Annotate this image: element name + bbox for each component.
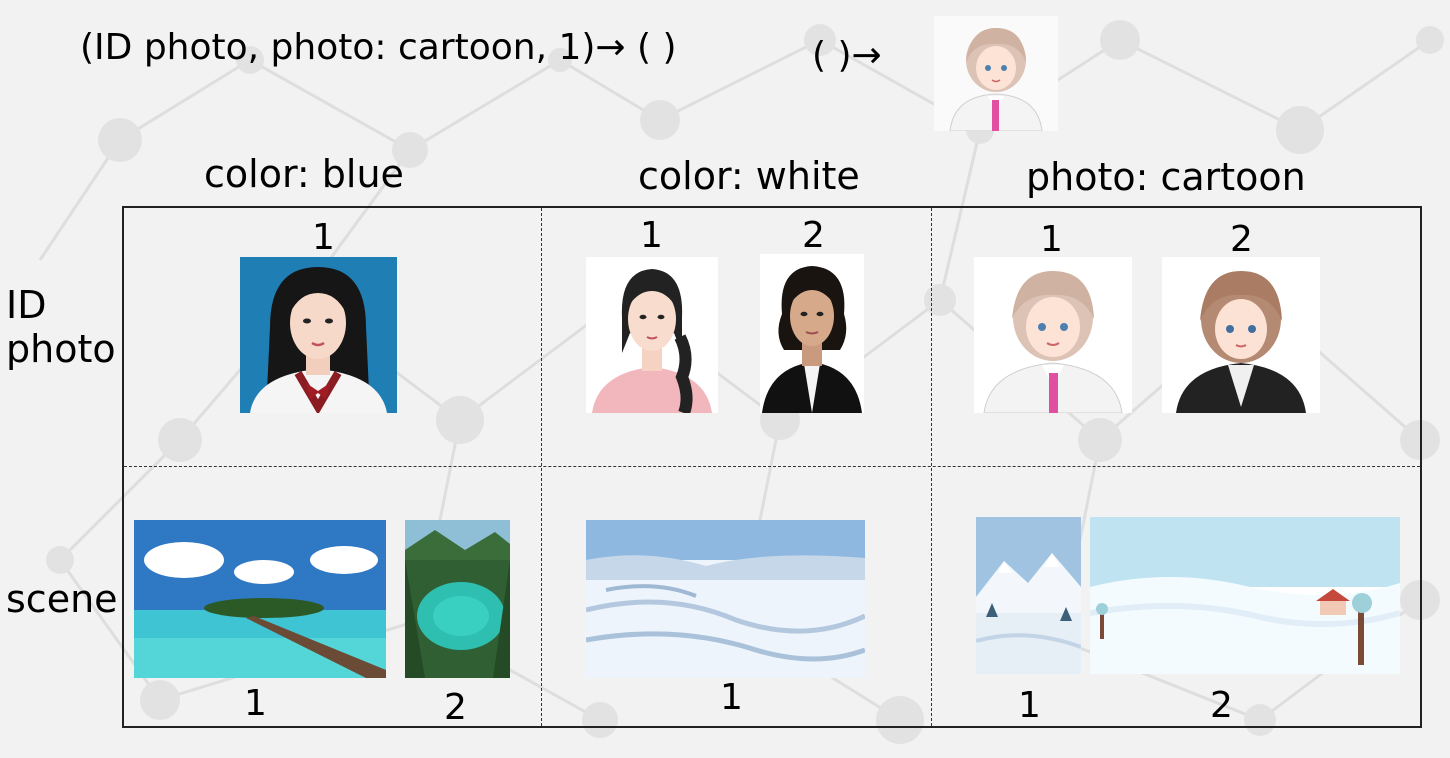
column-header-photo-cartoon: photo: cartoon: [1026, 155, 1306, 199]
column-header-color-white: color: white: [638, 154, 860, 198]
cell-number: 1: [244, 683, 267, 724]
cartoon-portrait-white-suit-image: [974, 257, 1132, 413]
answer-prefix: ( )→: [812, 35, 882, 76]
cell-number: 2: [1230, 219, 1253, 260]
id-photo-blue-background-image: [240, 257, 397, 413]
id-photo-white-background-black-suit-image: [760, 254, 864, 413]
row-header-id-photo-line1: ID: [6, 283, 47, 327]
cartoon-snowy-field-house-image: [1090, 517, 1400, 674]
grid-divider-row: [124, 466, 1420, 467]
cell-number: 1: [312, 217, 335, 258]
answer-cartoon-portrait-image: [934, 16, 1058, 131]
grid-divider-col-1: [541, 208, 542, 726]
tropical-island-pier-image: [134, 520, 386, 678]
cartoon-snowy-mountains-image: [976, 517, 1081, 674]
id-photo-white-background-woman-braid-image: [586, 257, 718, 413]
cell-number: 2: [444, 687, 467, 728]
snowy-landscape-image: [586, 520, 865, 678]
grid-divider-col-2: [931, 208, 932, 726]
cell-number: 1: [1040, 219, 1063, 260]
turquoise-mountain-lake-image: [405, 520, 510, 678]
cell-number: 1: [720, 677, 743, 718]
cartoon-portrait-black-suit-image: [1162, 257, 1320, 413]
cell-number: 1: [1018, 685, 1041, 726]
cell-number: 1: [640, 215, 663, 256]
cell-number: 2: [802, 215, 825, 256]
column-header-color-blue: color: blue: [204, 152, 404, 196]
query-text: (ID photo, photo: cartoon, 1)→ ( ): [80, 27, 677, 68]
row-header-scene: scene: [6, 577, 118, 621]
row-header-id-photo-line2: photo: [6, 327, 116, 371]
cell-number: 2: [1210, 685, 1233, 726]
